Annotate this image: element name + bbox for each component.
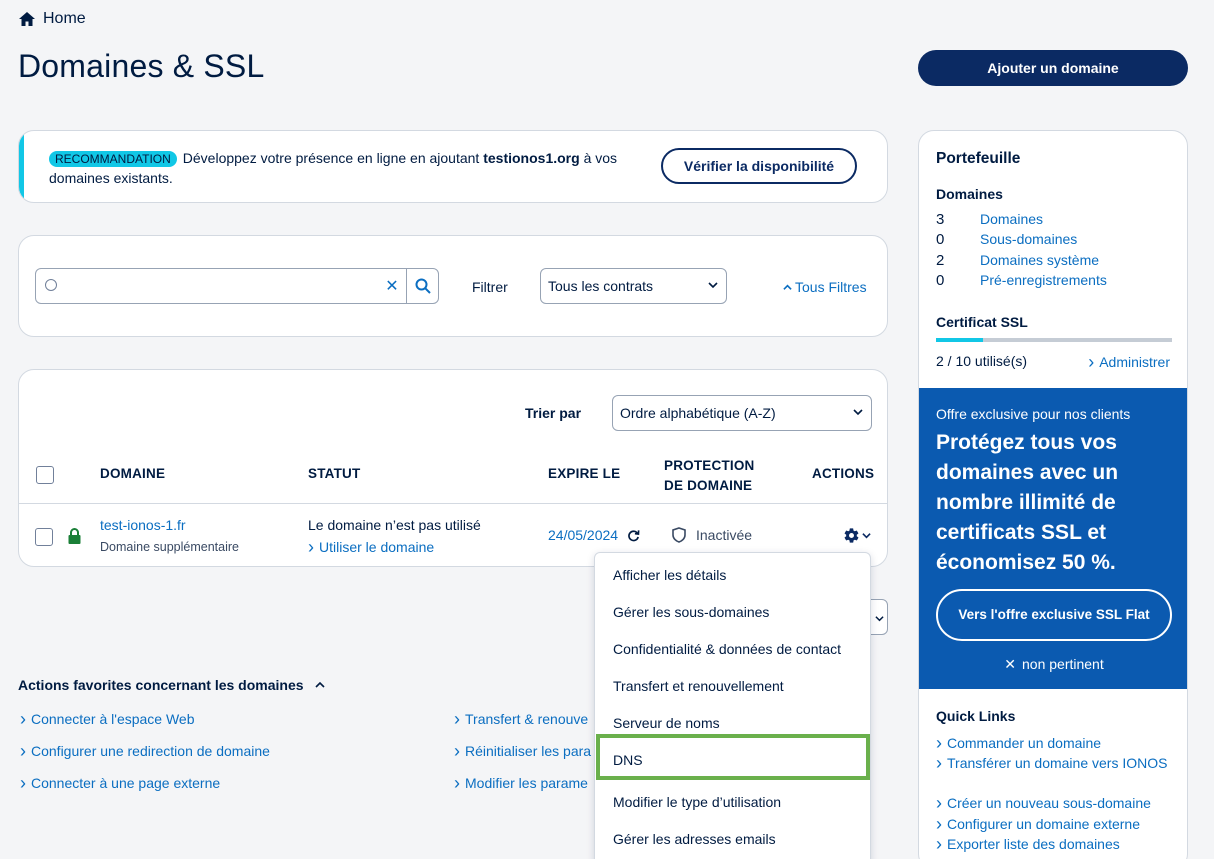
- menu-item-details[interactable]: Afficher les détails: [613, 567, 726, 583]
- home-icon: [19, 12, 35, 26]
- menu-item-dns[interactable]: DNS: [613, 752, 643, 768]
- fav-link-external-page[interactable]: Connecter à une page externe: [20, 772, 220, 793]
- menu-item-nameserver[interactable]: Serveur de noms: [613, 715, 720, 731]
- domains-table: Trier par Ordre alphabétique (A-Z) DOMAI…: [18, 369, 888, 567]
- row-checkbox[interactable]: [35, 528, 53, 546]
- count-row-preregistrations[interactable]: 0 Pré-enregistrements: [936, 272, 1107, 289]
- sort-label: Trier par: [525, 405, 582, 421]
- ssl-usage-fill: [936, 338, 984, 342]
- fav-link-redirect[interactable]: Configurer une redirection de domaine: [20, 740, 270, 761]
- domains-heading: Domaines: [936, 186, 1003, 202]
- menu-item-transfer[interactable]: Transfert et renouvellement: [613, 678, 784, 694]
- quick-links-heading: Quick Links: [936, 708, 1016, 724]
- check-availability-button[interactable]: Vérifier la disponibilité: [661, 148, 857, 184]
- use-domain-link[interactable]: Utiliser le domaine: [308, 536, 434, 557]
- fav-link-reset[interactable]: Réinitialiser les para: [454, 740, 591, 761]
- header-expires[interactable]: EXPIRE LE: [548, 466, 620, 481]
- domain-type: Domaine supplémentaire: [100, 540, 239, 554]
- quick-link-external-domain[interactable]: Configurer un domaine externe: [936, 813, 1176, 834]
- clear-icon[interactable]: ✕: [378, 276, 406, 296]
- promo-offer-button[interactable]: Vers l'offre exclusive SSL Flat: [936, 589, 1172, 641]
- menu-item-emails[interactable]: Gérer les adresses emails: [613, 831, 776, 847]
- close-icon: ✕: [1004, 656, 1016, 672]
- domain-status: Le domaine n’est pas utilisé: [308, 517, 481, 533]
- search-button[interactable]: [406, 269, 438, 303]
- search-icon: [415, 278, 431, 294]
- breadcrumb-home[interactable]: Home: [43, 10, 86, 28]
- filter-label: Filtrer: [472, 279, 508, 295]
- menu-item-usage-type[interactable]: Modifier le type d’utilisation: [613, 794, 781, 810]
- chevron-down-icon: [708, 282, 718, 289]
- header-protection[interactable]: PROTECTION DE DOMAINE: [664, 456, 755, 496]
- quick-link-export-list[interactable]: Exporter liste des domaines: [936, 833, 1176, 854]
- promo-dismiss[interactable]: ✕ non pertinent: [919, 656, 1187, 673]
- shield-icon: [672, 527, 686, 543]
- header-domain[interactable]: DOMAINE: [100, 466, 165, 481]
- all-filters-toggle[interactable]: Tous Filtres: [783, 279, 867, 295]
- menu-item-privacy[interactable]: Confidentialité & données de contact: [613, 641, 841, 657]
- protection-status: Inactivée: [696, 527, 753, 543]
- promo-headline: Protégez tous vos domaines avec un nombr…: [936, 431, 1119, 574]
- menu-item-subdomains[interactable]: Gérer les sous-domaines: [613, 604, 769, 620]
- actions-dropdown-menu: Afficher les détails Gérer les sous-doma…: [594, 552, 871, 859]
- refresh-icon: [628, 530, 640, 542]
- promo-tagline: Offre exclusive pour nos clients: [936, 406, 1131, 422]
- ssl-usage-text: 2 / 10 utilisé(s): [936, 353, 1028, 369]
- select-all-checkbox[interactable]: [36, 466, 54, 484]
- ssl-admin-link[interactable]: Administrer: [1088, 351, 1170, 372]
- quick-link-create-subdomain[interactable]: Créer un nouveau sous-domaine: [936, 792, 1176, 813]
- sort-select[interactable]: Ordre alphabétique (A-Z): [612, 395, 872, 431]
- quick-link-transfer-domain[interactable]: Transférer un domaine vers IONOS: [936, 752, 1176, 773]
- accent-bar: [19, 131, 24, 202]
- contract-filter-select[interactable]: Tous les contrats: [540, 268, 727, 304]
- fav-link-modify-settings[interactable]: Modifier les parame: [454, 772, 588, 793]
- row-actions-button[interactable]: [843, 527, 871, 544]
- recommended-domain: testionos1.org: [483, 150, 580, 166]
- count-row-system-domains[interactable]: 2 Domaines système: [936, 252, 1099, 269]
- recommendation-badge: RECOMMANDATION: [49, 151, 177, 167]
- search-box[interactable]: ✕: [35, 268, 439, 304]
- search-input[interactable]: [36, 271, 378, 301]
- chevron-down-icon: [862, 533, 871, 539]
- recommendation-banner: RECOMMANDATION Développez votre présence …: [18, 130, 888, 203]
- header-actions: ACTIONS: [812, 466, 875, 481]
- count-row-subdomains[interactable]: 0 Sous-domaines: [936, 231, 1077, 248]
- recommendation-text: RECOMMANDATION Développez votre présence …: [49, 150, 618, 186]
- search-panel: ✕ Filtrer Tous les contrats Tous Filtres: [18, 235, 888, 337]
- ssl-usage-bar: [936, 338, 1172, 342]
- portfolio-title: Portefeuille: [936, 150, 1021, 167]
- expiry-date[interactable]: 24/05/2024: [548, 527, 618, 543]
- gear-icon: [844, 528, 859, 543]
- chevron-down-icon: [853, 409, 863, 416]
- portfolio-sidebar: Portefeuille Domaines 3 Domaines 0 Sous-do…: [918, 130, 1188, 859]
- chevron-up-icon: [783, 284, 792, 290]
- page-title: Domaines & SSL: [18, 48, 265, 84]
- header-status[interactable]: STATUT: [308, 466, 360, 481]
- chevron-down-icon: [875, 616, 884, 622]
- favorite-actions-toggle[interactable]: Actions favorites concernant les domaine…: [18, 677, 325, 693]
- chevron-up-icon: [315, 681, 325, 688]
- row-divider: [19, 503, 887, 504]
- fav-link-transfer[interactable]: Transfert & renouve: [454, 708, 588, 729]
- ssl-promo-banner: Offre exclusive pour nos clients Protége…: [919, 388, 1187, 689]
- fav-link-webspace[interactable]: Connecter à l'espace Web: [20, 708, 195, 729]
- count-row-domains[interactable]: 3 Domaines: [936, 211, 1043, 228]
- breadcrumb[interactable]: Home: [19, 10, 86, 28]
- ssl-heading: Certificat SSL: [936, 314, 1028, 330]
- search-lead-icon: [45, 279, 57, 291]
- domain-link[interactable]: test-ionos-1.fr: [100, 517, 186, 533]
- lock-icon: [68, 528, 81, 544]
- add-domain-button[interactable]: Ajouter un domaine: [918, 50, 1188, 86]
- quick-link-order-domain[interactable]: Commander un domaine: [936, 732, 1176, 753]
